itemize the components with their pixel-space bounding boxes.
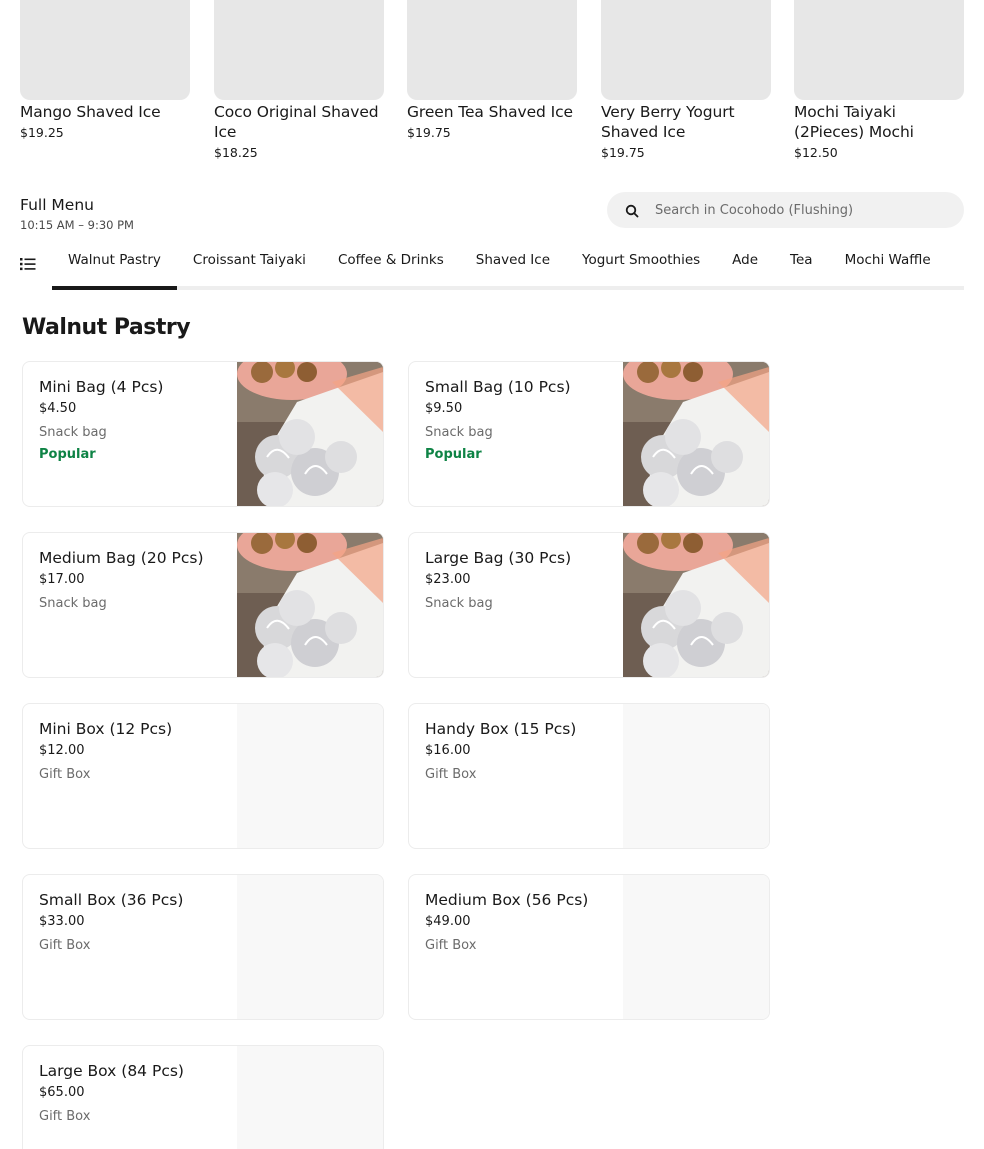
menu-item-description: Gift Box (425, 767, 477, 782)
menu-item-description: Gift Box (39, 1109, 91, 1124)
featured-item-name[interactable]: Green Tea Shaved Ice (407, 102, 577, 122)
menu-item-price: $17.00 (39, 572, 85, 587)
tab-ade[interactable]: Ade (716, 244, 774, 290)
menu-item-image[interactable] (237, 362, 383, 506)
menu-item-name: Small Box (36 Pcs) (39, 891, 184, 909)
menu-item-card[interactable]: Medium Box (56 Pcs) $49.00 Gift Box (408, 874, 770, 1020)
menu-item-image[interactable] (623, 533, 769, 677)
featured-item-price: $12.50 (794, 145, 838, 160)
menu-header: Full Menu 10:15 AM – 9:30 PM (20, 195, 134, 232)
featured-items-row: Mango Shaved Ice $19.25 Coco Original Sh… (20, 0, 964, 170)
menu-item-price: $49.00 (425, 914, 471, 929)
menu-item-price: $9.50 (425, 401, 463, 416)
featured-item-name[interactable]: Very Berry Yogurt Shaved Ice (601, 102, 771, 142)
menu-item-price: $16.00 (425, 743, 471, 758)
menu-item-card[interactable]: Mini Box (12 Pcs) $12.00 Gift Box (22, 703, 384, 849)
menu-item-card[interactable]: Small Bag (10 Pcs) $9.50 Snack bag Popular (408, 361, 770, 507)
featured-item-price: $19.75 (601, 145, 645, 160)
menu-item-name: Medium Bag (20 Pcs) (39, 549, 204, 567)
snack-bag-photo (237, 533, 383, 677)
menu-item-name: Large Box (84 Pcs) (39, 1062, 184, 1080)
featured-item-card[interactable]: Green Tea Shaved Ice $19.75 (407, 0, 577, 141)
tab-shaved-ice[interactable]: Shaved Ice (460, 244, 566, 290)
menu-item-card[interactable]: Medium Bag (20 Pcs) $17.00 Snack bag (22, 532, 384, 678)
menu-item-description: Snack bag (425, 596, 493, 611)
menu-item-name: Small Bag (10 Pcs) (425, 378, 571, 396)
featured-item-image[interactable] (214, 0, 384, 100)
tabs-list: Walnut Pastry Croissant Taiyaki Coffee &… (52, 244, 947, 290)
menu-item-image[interactable] (623, 704, 769, 848)
tab-mochi-waffle[interactable]: Mochi Waffle (829, 244, 947, 290)
menu-item-info: Mini Bag (4 Pcs) $4.50 Snack bag Popular (39, 376, 234, 463)
menu-item-name: Medium Box (56 Pcs) (425, 891, 589, 909)
menu-item-info: Large Box (84 Pcs) $65.00 Gift Box (39, 1060, 234, 1125)
featured-item-card[interactable]: Mochi Taiyaki (2Pieces) Mochi $12.50 (794, 0, 964, 161)
menu-item-card[interactable]: Handy Box (15 Pcs) $16.00 Gift Box (408, 703, 770, 849)
search-icon (625, 203, 639, 218)
menu-item-name: Handy Box (15 Pcs) (425, 720, 577, 738)
menu-item-info: Small Bag (10 Pcs) $9.50 Snack bag Popular (425, 376, 620, 463)
menu-item-info: Small Box (36 Pcs) $33.00 Gift Box (39, 889, 234, 954)
tab-croissant-taiyaki[interactable]: Croissant Taiyaki (177, 244, 322, 290)
popular-badge: Popular (425, 447, 482, 462)
featured-item-card[interactable]: Mango Shaved Ice $19.25 (20, 0, 190, 141)
featured-item-name[interactable]: Coco Original Shaved Ice (214, 102, 384, 142)
section-title: Walnut Pastry (22, 315, 191, 340)
menu-item-description: Gift Box (425, 938, 477, 953)
menu-item-description: Snack bag (39, 596, 107, 611)
menu-item-name: Large Bag (30 Pcs) (425, 549, 572, 567)
featured-item-name[interactable]: Mochi Taiyaki (2Pieces) Mochi (794, 102, 964, 142)
menu-item-description: Snack bag (425, 425, 493, 440)
popular-badge: Popular (39, 447, 96, 462)
menu-item-card[interactable]: Large Bag (30 Pcs) $23.00 Snack bag (408, 532, 770, 678)
menu-item-info: Large Bag (30 Pcs) $23.00 Snack bag (425, 547, 620, 612)
menu-item-image[interactable] (237, 1046, 383, 1149)
snack-bag-photo (623, 362, 769, 506)
search-input[interactable] (655, 202, 935, 218)
snack-bag-photo (623, 533, 769, 677)
menu-item-image[interactable] (623, 875, 769, 1019)
featured-item-image[interactable] (20, 0, 190, 100)
menu-item-image[interactable] (237, 875, 383, 1019)
menu-item-info: Medium Bag (20 Pcs) $17.00 Snack bag (39, 547, 234, 612)
featured-item-price: $18.25 (214, 145, 258, 160)
featured-item-price: $19.75 (407, 125, 451, 140)
featured-item-card[interactable]: Very Berry Yogurt Shaved Ice $19.75 (601, 0, 771, 161)
tab-walnut-pastry[interactable]: Walnut Pastry (52, 244, 177, 290)
menu-hours: 10:15 AM – 9:30 PM (20, 218, 134, 232)
featured-item-price: $19.25 (20, 125, 64, 140)
store-search-bar[interactable] (607, 192, 964, 228)
menu-item-info: Mini Box (12 Pcs) $12.00 Gift Box (39, 718, 234, 783)
menu-item-card[interactable]: Mini Bag (4 Pcs) $4.50 Snack bag Popular (22, 361, 384, 507)
menu-item-image[interactable] (237, 704, 383, 848)
featured-item-image[interactable] (407, 0, 577, 100)
menu-item-price: $33.00 (39, 914, 85, 929)
tab-coffee-drinks[interactable]: Coffee & Drinks (322, 244, 460, 290)
menu-item-info: Medium Box (56 Pcs) $49.00 Gift Box (425, 889, 620, 954)
featured-item-image[interactable] (601, 0, 771, 100)
menu-item-description: Snack bag (39, 425, 107, 440)
menu-item-image[interactable] (237, 533, 383, 677)
snack-bag-photo (237, 362, 383, 506)
menu-title: Full Menu (20, 196, 94, 214)
featured-item-card[interactable]: Coco Original Shaved Ice $18.25 (214, 0, 384, 161)
featured-item-image[interactable] (794, 0, 964, 100)
category-list-icon[interactable] (20, 256, 36, 271)
menu-item-description: Gift Box (39, 767, 91, 782)
featured-item-name[interactable]: Mango Shaved Ice (20, 102, 190, 122)
menu-item-price: $12.00 (39, 743, 85, 758)
menu-item-price: $4.50 (39, 401, 77, 416)
menu-item-price: $23.00 (425, 572, 471, 587)
menu-item-name: Mini Box (12 Pcs) (39, 720, 173, 738)
tab-yogurt-smoothies[interactable]: Yogurt Smoothies (566, 244, 716, 290)
category-tabs: Walnut Pastry Croissant Taiyaki Coffee &… (20, 244, 964, 290)
menu-item-card[interactable]: Large Box (84 Pcs) $65.00 Gift Box (22, 1045, 384, 1149)
menu-item-price: $65.00 (39, 1085, 85, 1100)
menu-item-image[interactable] (623, 362, 769, 506)
menu-item-card[interactable]: Small Box (36 Pcs) $33.00 Gift Box (22, 874, 384, 1020)
menu-item-info: Handy Box (15 Pcs) $16.00 Gift Box (425, 718, 620, 783)
tab-tea[interactable]: Tea (774, 244, 829, 290)
menu-item-name: Mini Bag (4 Pcs) (39, 378, 164, 396)
menu-item-description: Gift Box (39, 938, 91, 953)
